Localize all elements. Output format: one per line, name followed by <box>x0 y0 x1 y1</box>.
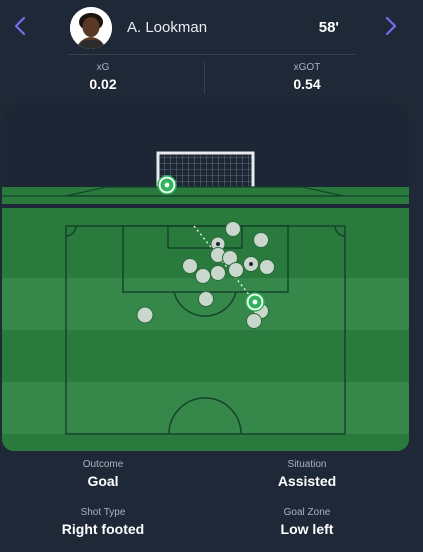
situation-info: Situation Assisted <box>237 459 377 489</box>
header-divider <box>68 54 355 55</box>
shot-marker <box>182 258 198 274</box>
goal-marker <box>245 292 265 312</box>
shot-marker <box>259 259 275 275</box>
chevron-right-icon <box>385 16 397 36</box>
outcome-info: Outcome Goal <box>33 459 173 489</box>
xg-label: xG <box>96 62 110 73</box>
shot-map <box>2 103 409 451</box>
shot-marker <box>253 232 269 248</box>
xg-value: 0.02 <box>89 76 117 92</box>
outcome-label: Outcome <box>82 459 124 470</box>
situation-value: Assisted <box>277 473 337 489</box>
previous-shot-button[interactable] <box>10 14 30 38</box>
shot-marker <box>228 262 244 278</box>
shot-marker <box>195 268 211 284</box>
goal-zone-label: Goal Zone <box>283 507 331 518</box>
next-shot-button[interactable] <box>381 14 401 38</box>
situation-label: Situation <box>287 459 327 470</box>
goal-zone-info: Goal Zone Low left <box>237 507 377 537</box>
xgot-stat: xGOT 0.54 <box>247 62 367 92</box>
player-avatar <box>70 7 112 49</box>
xg-stat: xG 0.02 <box>43 62 163 92</box>
shot-marker <box>246 313 262 329</box>
shot-type-value: Right footed <box>61 521 145 537</box>
shot-minute: 58' <box>318 19 339 36</box>
stat-divider <box>204 61 205 94</box>
outcome-value: Goal <box>87 473 119 489</box>
shot-type-info: Shot Type Right footed <box>33 507 173 537</box>
shot-marker <box>198 291 214 307</box>
shot-marker <box>225 221 241 237</box>
shot-type-label: Shot Type <box>80 507 126 518</box>
chevron-left-icon <box>14 16 26 36</box>
goal-zone-value: Low left <box>280 521 334 537</box>
xgot-value: 0.54 <box>293 76 321 92</box>
football-icon <box>157 175 177 195</box>
player-name: A. Lookman <box>127 19 208 36</box>
shot-marker <box>210 265 226 281</box>
shot-marker <box>136 306 154 324</box>
xgot-label: xGOT <box>293 62 321 73</box>
